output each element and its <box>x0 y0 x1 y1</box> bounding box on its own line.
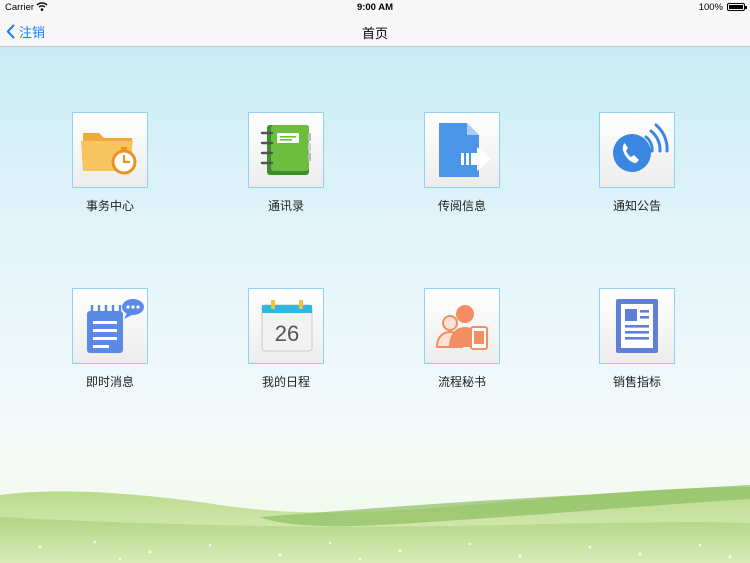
address-book-icon <box>260 125 311 175</box>
navigation-bar: 注销 首页 <box>0 16 750 47</box>
notepad-chat-icon <box>87 299 144 353</box>
tile-transactions[interactable] <box>72 112 148 188</box>
battery-percent: 100% <box>698 2 723 13</box>
tile-sales-targets-label: 销售指标 <box>612 375 661 389</box>
tile-my-schedule-label: 我的日程 <box>261 375 310 389</box>
tile-process-secretary-label: 流程秘书 <box>437 375 486 389</box>
calendar-day: 26 <box>275 321 299 346</box>
battery-icon <box>727 3 747 11</box>
tile-contacts-label: 通讯录 <box>267 199 304 213</box>
home-content: 事务中心 通讯录 传阅信息 通知公告 即时消息 26 我的日程 流程秘书 销售指… <box>0 47 750 563</box>
tile-my-schedule[interactable]: 26 <box>248 288 324 364</box>
tile-instant-message[interactable] <box>72 288 148 364</box>
tile-process-secretary[interactable] <box>424 288 500 364</box>
tile-transactions-label: 事务中心 <box>85 199 134 213</box>
report-icon <box>616 299 658 353</box>
people-device-icon <box>435 305 488 350</box>
page-title: 首页 <box>361 27 388 42</box>
tile-circulation-label: 传阅信息 <box>437 199 486 213</box>
tile-circulation[interactable] <box>424 112 500 188</box>
tile-notices-label: 通知公告 <box>612 199 661 213</box>
status-time: 9:00 AM <box>356 2 394 13</box>
status-bar: Carrier 9:00 AM 100% <box>0 0 750 16</box>
document-forward-icon <box>439 123 491 177</box>
tile-contacts[interactable] <box>248 112 324 188</box>
folder-clock-icon <box>81 133 137 175</box>
tile-instant-message-label: 即时消息 <box>85 375 134 389</box>
calendar-icon: 26 <box>261 300 313 352</box>
phone-call-icon <box>613 123 669 172</box>
tile-notices[interactable] <box>599 112 675 188</box>
tile-sales-targets[interactable] <box>599 288 675 364</box>
